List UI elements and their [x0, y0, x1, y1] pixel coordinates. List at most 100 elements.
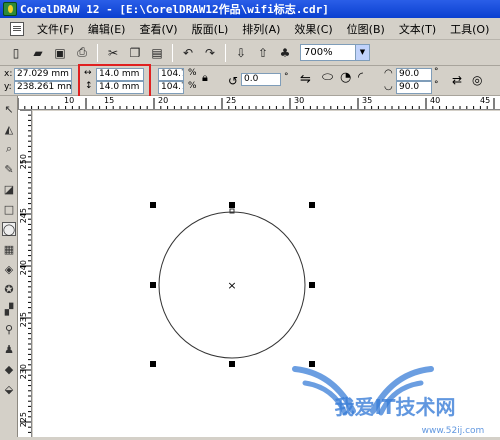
horizontal-ruler-ticks — [18, 98, 495, 109]
selection-handle-top-left[interactable] — [150, 202, 156, 208]
standard-toolbar: ▯ ▰ ▣ ⎙ ✂ ❐ ▤ ↶ ↷ ⇩ ⇧ ♣ ✳ — [0, 40, 500, 66]
chevron-down-icon[interactable]: ▼ — [355, 45, 369, 60]
ruler-tick-20: 20 — [158, 96, 169, 105]
arc-shape-icon[interactable]: ◜ — [358, 70, 363, 85]
y-position-input[interactable]: 238.261 mm — [14, 81, 72, 94]
fill-tool-icon[interactable]: ◆ — [2, 362, 16, 376]
convert-to-curves-icon[interactable]: ◎ — [472, 73, 482, 87]
save-icon[interactable]: ▣ — [50, 43, 70, 63]
new-document-icon[interactable]: ▯ — [6, 43, 26, 63]
selection-handle-bottom-left[interactable] — [150, 361, 156, 367]
redo-icon[interactable]: ↷ — [200, 43, 220, 63]
menu-arrange[interactable]: 排列(A) — [235, 21, 287, 37]
ruler-tick-225: 225 — [19, 412, 28, 428]
drawing-canvas[interactable]: × 我爱IT技术网 www.52ij.com — [33, 111, 500, 437]
application-launcher-icon[interactable]: ♣ — [275, 43, 295, 63]
ellipse-tool-icon[interactable]: ◯ — [2, 222, 16, 236]
interactive-fill-tool-icon[interactable]: ⬙ — [2, 382, 16, 396]
ruler-tick-245: 245 — [19, 208, 28, 224]
menu-layout[interactable]: 版面(L) — [185, 21, 236, 37]
x-position-label: x: — [4, 69, 13, 79]
selection-handle-top[interactable] — [229, 202, 235, 208]
basic-shapes-tool-icon[interactable]: ◈ — [2, 262, 16, 276]
end-angle-icon: ◡ — [384, 81, 393, 92]
toolbar-separator — [97, 43, 98, 62]
cut-icon[interactable]: ✂ — [103, 43, 123, 63]
selection-handle-right[interactable] — [309, 282, 315, 288]
end-angle-degree: ° — [434, 80, 439, 90]
ruler-tick-45: 45 — [480, 96, 491, 105]
menu-file[interactable]: 文件(F) — [30, 21, 81, 37]
smart-fill-tool-icon[interactable]: ◪ — [2, 182, 16, 196]
menu-view[interactable]: 查看(V) — [132, 21, 184, 37]
vertical-ruler: 250 245 240 235 230 225 — [18, 110, 32, 437]
import-icon[interactable]: ⇩ — [231, 43, 251, 63]
start-angle-degree: ° — [434, 67, 439, 77]
undo-icon[interactable]: ↶ — [178, 43, 198, 63]
freehand-tool-icon[interactable]: ✎ — [2, 162, 16, 176]
ruler-tick-40: 40 — [430, 96, 441, 105]
scale-width-input[interactable]: 104.7 — [158, 68, 184, 81]
property-bar: x: 27.029 mm y: 238.261 mm ↔ 14.0 mm ↕ 1… — [0, 66, 500, 96]
selection-handle-top-right[interactable] — [309, 202, 315, 208]
ruler-tick-235: 235 — [19, 312, 28, 328]
pick-tool-icon[interactable]: ↖ — [2, 102, 16, 116]
menu-edit[interactable]: 编辑(E) — [81, 21, 133, 37]
ruler-tick-230: 230 — [19, 364, 28, 380]
ruler-tick-240: 240 — [19, 260, 28, 276]
direction-toggle-icon[interactable]: ⇄ — [452, 73, 462, 87]
eyedropper-tool-icon[interactable]: ⚲ — [2, 322, 16, 336]
interactive-blend-tool-icon[interactable]: ▞ — [2, 302, 16, 316]
center-marker-icon: × — [227, 279, 236, 292]
selection-handle-bottom[interactable] — [229, 361, 235, 367]
zoom-level-value: 700% — [304, 47, 333, 58]
start-angle-input[interactable]: 90.0 — [396, 68, 432, 81]
ruler-tick-250: 250 — [19, 154, 28, 170]
paste-icon[interactable]: ▤ — [147, 43, 167, 63]
print-icon[interactable]: ⎙ — [72, 43, 92, 63]
selection-handle-left[interactable] — [150, 282, 156, 288]
coreldraw-app-icon — [3, 2, 17, 16]
menu-tools[interactable]: 工具(O) — [443, 21, 496, 37]
shape-tool-icon[interactable]: ◭ — [2, 122, 16, 136]
toolbar-separator — [172, 43, 173, 62]
horizontal-ruler: 10 15 20 25 30 35 40 45 — [18, 96, 500, 110]
zoom-level-select[interactable]: 700% ▼ — [300, 44, 370, 61]
lock-ratio-icon[interactable]: 🔒︎ — [202, 71, 208, 85]
title-bar: CorelDRAW 12 - [E:\CorelDRAW12作品\wifi标志.… — [0, 0, 500, 18]
ellipse-shape-icon[interactable]: ⬭ — [322, 70, 333, 85]
pie-shape-icon[interactable]: ◔ — [340, 70, 351, 85]
rotate-icon: ↺ — [228, 74, 239, 88]
selection-handle-bottom-right[interactable] — [309, 361, 315, 367]
start-angle-icon: ◠ — [384, 68, 393, 79]
y-position-label: y: — [4, 82, 12, 92]
copy-icon[interactable]: ❐ — [125, 43, 145, 63]
menu-bar: 文件(F) 编辑(E) 查看(V) 版面(L) 排列(A) 效果(C) 位图(B… — [0, 18, 500, 40]
canvas-drawing: × 我爱IT技术网 www.52ij.com — [150, 202, 485, 436]
rotation-degree-symbol: ° — [284, 72, 289, 82]
menu-text[interactable]: 文本(T) — [392, 21, 443, 37]
ruler-tick-15: 15 — [104, 96, 115, 105]
watermark-url: www.52ij.com — [422, 426, 485, 436]
watermark-title: 我爱IT技术网 — [334, 395, 455, 419]
mirror-icon[interactable]: ⇋ — [300, 72, 311, 87]
rectangle-tool-icon[interactable]: □ — [2, 202, 16, 216]
window-title: CorelDRAW 12 - [E:\CorelDRAW12作品\wifi标志.… — [20, 3, 329, 16]
end-angle-input[interactable]: 90.0 — [396, 81, 432, 94]
scale-height-percent: % — [188, 81, 197, 91]
export-icon[interactable]: ⇧ — [253, 43, 273, 63]
outline-tool-icon[interactable]: ♟ — [2, 342, 16, 356]
menu-effects[interactable]: 效果(C) — [287, 21, 339, 37]
scale-width-percent: % — [188, 68, 197, 78]
zoom-tool-icon[interactable]: ⌕ — [2, 142, 16, 156]
menu-bitmaps[interactable]: 位图(B) — [340, 21, 392, 37]
x-position-input[interactable]: 27.029 mm — [14, 68, 72, 81]
toolbox: ↖ ◭ ⌕ ✎ ◪ □ ◯ ▦ ◈ ✪ ▞ ⚲ ♟ ◆ ⬙ — [0, 96, 18, 437]
toolbar-separator — [225, 43, 226, 62]
ruler-tick-30: 30 — [294, 96, 305, 105]
scale-height-input[interactable]: 104.7 — [158, 81, 184, 94]
open-folder-icon[interactable]: ▰ — [28, 43, 48, 63]
rotation-angle-input[interactable]: 0.0 — [241, 73, 281, 86]
polygon-tool-icon[interactable]: ▦ — [2, 242, 16, 256]
text-tool-icon[interactable]: ✪ — [2, 282, 16, 296]
